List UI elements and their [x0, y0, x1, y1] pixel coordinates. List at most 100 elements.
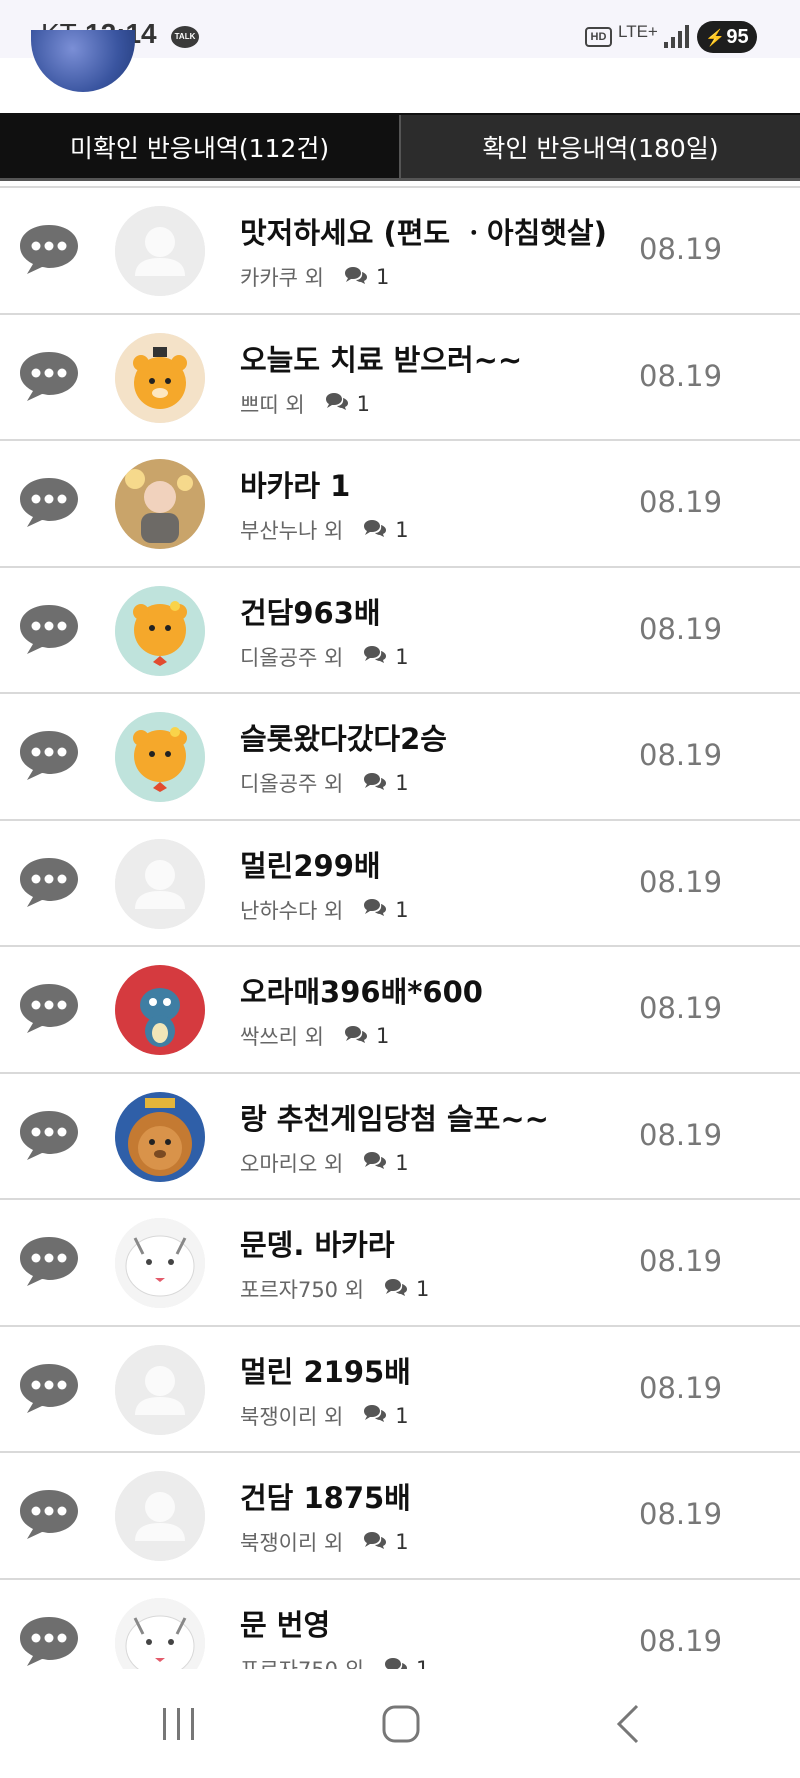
comment-icon [363, 771, 387, 796]
reactor-names: 북쟁이리 외 [240, 1531, 344, 1555]
placeholder-avatar[interactable] [115, 1344, 205, 1435]
comment-count: 1 [395, 1403, 409, 1428]
list-item[interactable]: 랑 추천게임당첨 슬포~~ 오마리오 외 1 08.19 [0, 1074, 800, 1200]
post-meta: 싹쓰리 외 1 [240, 1021, 389, 1051]
tab-unconfirmed[interactable]: 미확인 반응내역(112건) [0, 115, 399, 178]
lion-avatar[interactable] [115, 1091, 205, 1182]
post-date: 08.19 [639, 1623, 723, 1658]
placeholder-avatar[interactable] [115, 838, 205, 929]
speech-bubble-icon [17, 855, 81, 909]
post-title: 오라매396배*600 [240, 975, 483, 1009]
post-title: 바카라 1 [240, 469, 351, 503]
comment-icon [363, 897, 387, 922]
comment-icon [384, 1656, 408, 1669]
list-item[interactable]: 슬롯왔다갔다2승디올공주 외 1 08.19 [0, 694, 800, 821]
post-title: 문뎅. 바카라 [240, 1228, 395, 1262]
dinosaur-avatar[interactable] [115, 965, 205, 1055]
post-title: 슬롯왔다갔다2승 [240, 722, 447, 756]
profile-avatar[interactable] [31, 30, 135, 92]
list-item[interactable]: 바카라 1 부산누나 외 1 08.19 [0, 441, 800, 568]
comment-count: 1 [416, 1277, 430, 1301]
tiger-girl-avatar[interactable] [115, 585, 205, 676]
hd-voice-icon: HD [585, 27, 612, 47]
post-meta: 포르자750 외 1 [240, 1654, 430, 1670]
tab-confirmed[interactable]: 확인 반응내역(180일) [399, 115, 800, 178]
comment-icon [325, 391, 349, 416]
comment-count: 1 [395, 518, 409, 542]
system-navigation-bar [0, 1669, 800, 1778]
speech-bubble-icon [17, 1361, 81, 1415]
post-meta: 포르자750 외 1 [240, 1274, 429, 1304]
comment-icon [363, 518, 387, 543]
speech-bubble-icon [17, 475, 81, 529]
post-date: 08.19 [639, 232, 723, 266]
reaction-list[interactable]: 맛저하세요 (편도 ㆍ아침햇살) 카카쿠 외 1 08.19 오늘도 치료 받으러~~ 쁘… [0, 186, 800, 1669]
comment-count: 1 [375, 265, 390, 289]
post-title: 맛저하세요 (편도 ㆍ아침햇살) [240, 216, 607, 250]
post-meta: 디올공주 외 1 [240, 768, 409, 798]
post-title: 문 번영 [240, 1607, 331, 1642]
list-item[interactable]: 문뎅. 바카라포르자750 외 1 08.19 [0, 1200, 800, 1327]
back-icon [616, 1704, 639, 1744]
comment-count: 1 [395, 1150, 409, 1175]
comment-count: 1 [356, 391, 371, 416]
placeholder-avatar[interactable] [115, 206, 205, 296]
reactor-names: 포르자750 외 [240, 1278, 365, 1302]
speech-bubble-icon [17, 1108, 81, 1162]
post-title: 건담 1875배 [240, 1481, 411, 1515]
list-item[interactable]: 맛저하세요 (편도 ㆍ아침햇살) 카카쿠 외 1 08.19 [0, 188, 800, 315]
post-date: 08.19 [639, 611, 723, 646]
recent-apps-button[interactable] [149, 1699, 209, 1749]
reactor-names: 카카쿠 외 [240, 266, 324, 290]
home-button[interactable] [371, 1699, 431, 1749]
post-date: 08.19 [639, 738, 723, 772]
tiger-girl-avatar[interactable] [115, 712, 205, 802]
post-date: 08.19 [639, 864, 723, 899]
comment-icon [384, 1277, 408, 1302]
speech-bubble-icon [17, 728, 81, 782]
reactor-names: 난하수다 외 [240, 898, 344, 923]
comment-icon [344, 265, 368, 290]
reactor-names: 오마리오 외 [240, 1151, 344, 1176]
post-meta: 난하수다 외 1 [240, 895, 409, 925]
reactor-names: 쁘띠 외 [240, 392, 305, 417]
list-item[interactable]: 문 번영포르자750 외 1 08.19 [0, 1580, 800, 1670]
post-meta: 북쟁이리 외 1 [240, 1401, 409, 1431]
battery-indicator: ⚡95 [697, 21, 757, 53]
post-date: 08.19 [639, 1244, 723, 1278]
tiger-avatar[interactable] [115, 332, 205, 423]
post-date: 08.19 [639, 358, 723, 393]
comment-icon [363, 644, 387, 669]
list-item[interactable]: 건담 1875배 북쟁이리 외 1 08.19 [0, 1453, 800, 1580]
post-meta: 쁘띠 외 1 [240, 389, 370, 419]
comment-icon [363, 1150, 387, 1175]
monk-avatar[interactable] [115, 459, 205, 549]
reactor-names: 북쟁이리 외 [240, 1404, 344, 1429]
post-title: 오늘도 치료 받으러~~ [240, 342, 523, 377]
post-date: 08.19 [639, 991, 723, 1025]
signal-strength-icon [664, 24, 690, 48]
comment-count: 1 [395, 771, 409, 795]
post-title: 랑 추천게임당첨 슬포~~ [240, 1101, 549, 1136]
back-button[interactable] [598, 1699, 658, 1749]
list-item[interactable]: 오늘도 치료 받으러~~ 쁘띠 외 1 08.19 [0, 315, 800, 441]
speech-bubble-icon [17, 1614, 81, 1668]
speech-bubble-icon [17, 1487, 81, 1541]
post-date: 08.19 [639, 1497, 723, 1531]
post-meta: 부산누나 외 1 [240, 515, 409, 545]
post-title: 멀린299배 [240, 848, 381, 883]
list-item[interactable]: 멀린 2195배 북쟁이리 외 1 08.19 [0, 1327, 800, 1453]
list-item[interactable]: 건담963배 디올공주 외 1 08.19 [0, 568, 800, 694]
comment-icon [363, 1403, 387, 1428]
reactor-names: 디올공주 외 [240, 645, 344, 670]
post-title: 멀린 2195배 [240, 1354, 411, 1389]
speech-bubble-icon [17, 222, 81, 276]
comment-count: 1 [375, 1024, 390, 1048]
kakaotalk-notification-icon: TALK [171, 26, 199, 48]
placeholder-avatar[interactable] [115, 1471, 205, 1561]
white-tiger-avatar[interactable] [115, 1218, 205, 1308]
comment-count: 1 [416, 1656, 430, 1670]
white-tiger-avatar[interactable] [115, 1597, 205, 1669]
list-item[interactable]: 오라매396배*600 싹쓰리 외 1 08.19 [0, 947, 800, 1074]
list-item[interactable]: 멀린299배난하수다 외 1 08.19 [0, 821, 800, 947]
